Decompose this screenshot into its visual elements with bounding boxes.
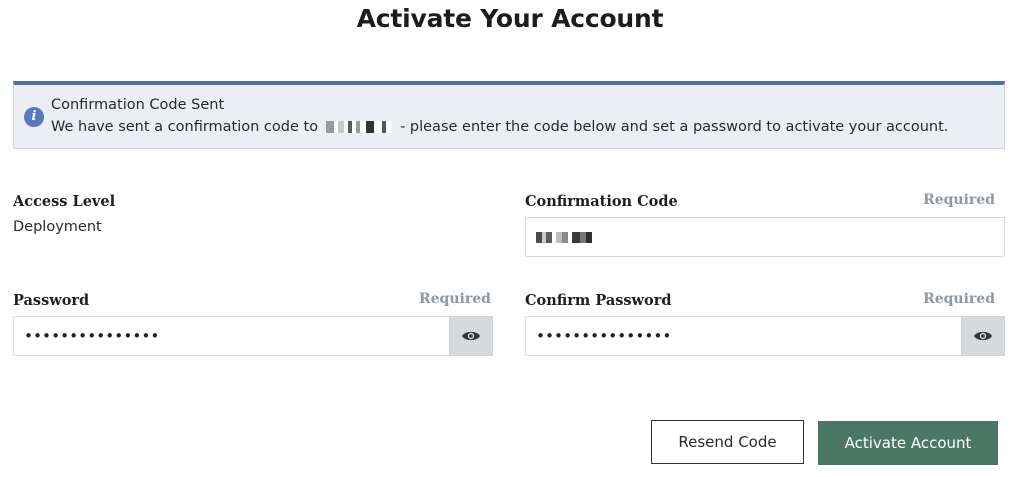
access-level-label: Access Level — [13, 193, 116, 210]
info-icon: i — [24, 107, 44, 127]
confirm-password-input[interactable] — [525, 316, 962, 356]
activate-account-button[interactable]: Activate Account — [818, 421, 998, 465]
confirmation-code-required: Required — [923, 192, 995, 208]
password-visibility-toggle[interactable] — [449, 316, 493, 356]
alert-title: Confirmation Code Sent — [51, 97, 225, 113]
password-input[interactable] — [13, 316, 450, 356]
access-level-value: Deployment — [13, 219, 102, 235]
redacted-email — [326, 121, 393, 133]
page-title: Activate Your Account — [356, 4, 664, 33]
alert-message-suffix: - please enter the code below and set a … — [400, 119, 949, 135]
confirmation-code-label: Confirmation Code — [525, 193, 678, 210]
redacted-code — [536, 232, 592, 243]
password-required: Required — [419, 291, 491, 307]
alert-message-prefix: We have sent a confirmation code to — [51, 119, 319, 135]
confirmation-code-input[interactable] — [525, 217, 1005, 257]
eye-icon — [974, 331, 992, 341]
resend-code-button[interactable]: Resend Code — [651, 420, 804, 464]
confirm-password-required: Required — [923, 291, 995, 307]
confirmation-alert: i Confirmation Code Sent We have sent a … — [13, 81, 1005, 149]
eye-icon — [462, 331, 480, 341]
confirm-password-label: Confirm Password — [525, 292, 672, 309]
password-label: Password — [13, 292, 90, 309]
confirm-password-visibility-toggle[interactable] — [961, 316, 1005, 356]
alert-message: We have sent a confirmation code to - pl… — [51, 119, 948, 135]
